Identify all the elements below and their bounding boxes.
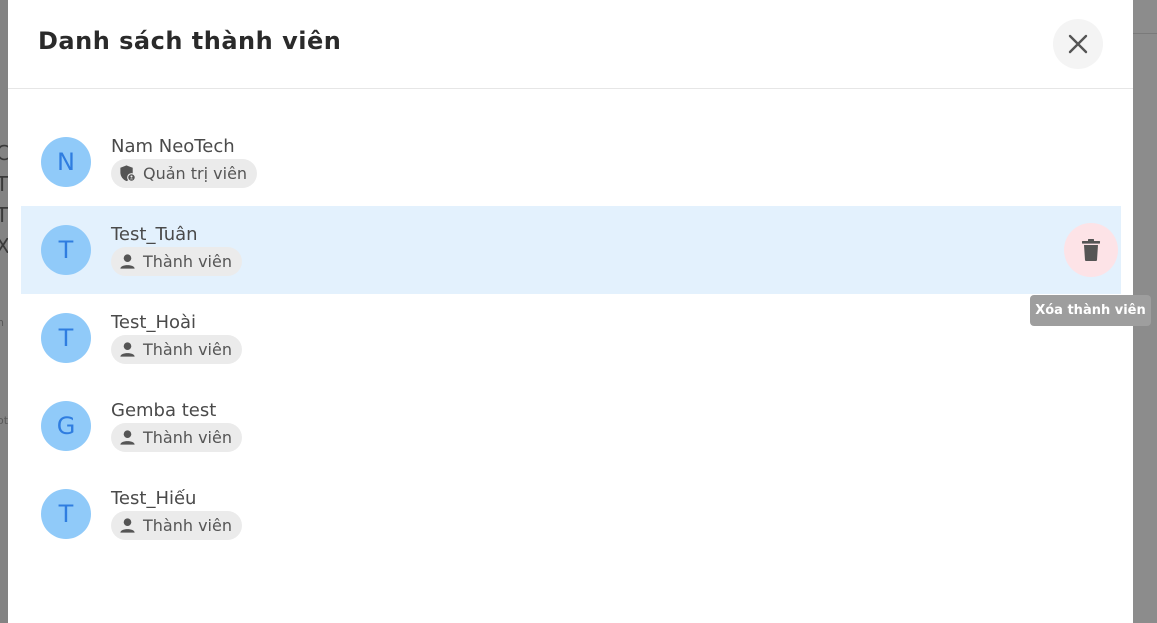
member-row-hovered[interactable]: T Test_Tuân Thành viên <box>21 206 1121 294</box>
role-label: Thành viên <box>143 516 232 535</box>
role-label: Quản trị viên <box>143 164 248 183</box>
member-name: Test_Tuân <box>111 224 198 245</box>
avatar: G <box>41 401 91 451</box>
avatar: T <box>41 489 91 539</box>
admin-shield-icon <box>120 165 136 182</box>
background-fragment: ot <box>0 414 9 427</box>
role-chip: Quản trị viên <box>111 159 258 188</box>
person-icon <box>120 342 135 357</box>
close-icon <box>1068 34 1088 54</box>
background-fragment: n <box>0 316 4 329</box>
person-icon <box>120 254 135 269</box>
dialog-title: Danh sách thành viên <box>38 27 342 55</box>
person-icon <box>120 518 135 533</box>
dialog-header: Danh sách thành viên <box>8 0 1133 89</box>
role-label: Thành viên <box>143 428 232 447</box>
delete-member-button[interactable] <box>1064 223 1118 277</box>
trash-icon <box>1082 239 1100 261</box>
member-name: Test_Hoài <box>111 312 197 333</box>
member-name: Test_Hiếu <box>111 488 197 509</box>
role-chip: Thành viên <box>111 335 242 364</box>
avatar: N <box>41 137 91 187</box>
member-name: Nam NeoTech <box>111 136 235 157</box>
delete-member-tooltip: Xóa thành viên <box>1030 295 1151 326</box>
role-label: Thành viên <box>143 340 232 359</box>
members-dialog: Danh sách thành viên N Nam NeoTech Quản … <box>8 0 1133 623</box>
member-row[interactable]: N Nam NeoTech Quản trị viên <box>21 118 1121 206</box>
member-row[interactable]: T Test_Hiếu Thành viên <box>21 470 1121 558</box>
close-button[interactable] <box>1053 19 1103 69</box>
avatar: T <box>41 313 91 363</box>
role-chip: Thành viên <box>111 423 242 452</box>
member-row[interactable]: G Gemba test Thành viên <box>21 382 1121 470</box>
avatar: T <box>41 225 91 275</box>
role-chip: Thành viên <box>111 247 242 276</box>
role-chip: Thành viên <box>111 511 242 540</box>
background-toolbar-edge <box>1133 12 1157 34</box>
role-label: Thành viên <box>143 252 232 271</box>
member-name: Gemba test <box>111 400 217 421</box>
member-row[interactable]: T Test_Hoài Thành viên <box>21 294 1121 382</box>
person-icon <box>120 430 135 445</box>
member-list: N Nam NeoTech Quản trị viên T Test_Tuân <box>21 118 1121 558</box>
